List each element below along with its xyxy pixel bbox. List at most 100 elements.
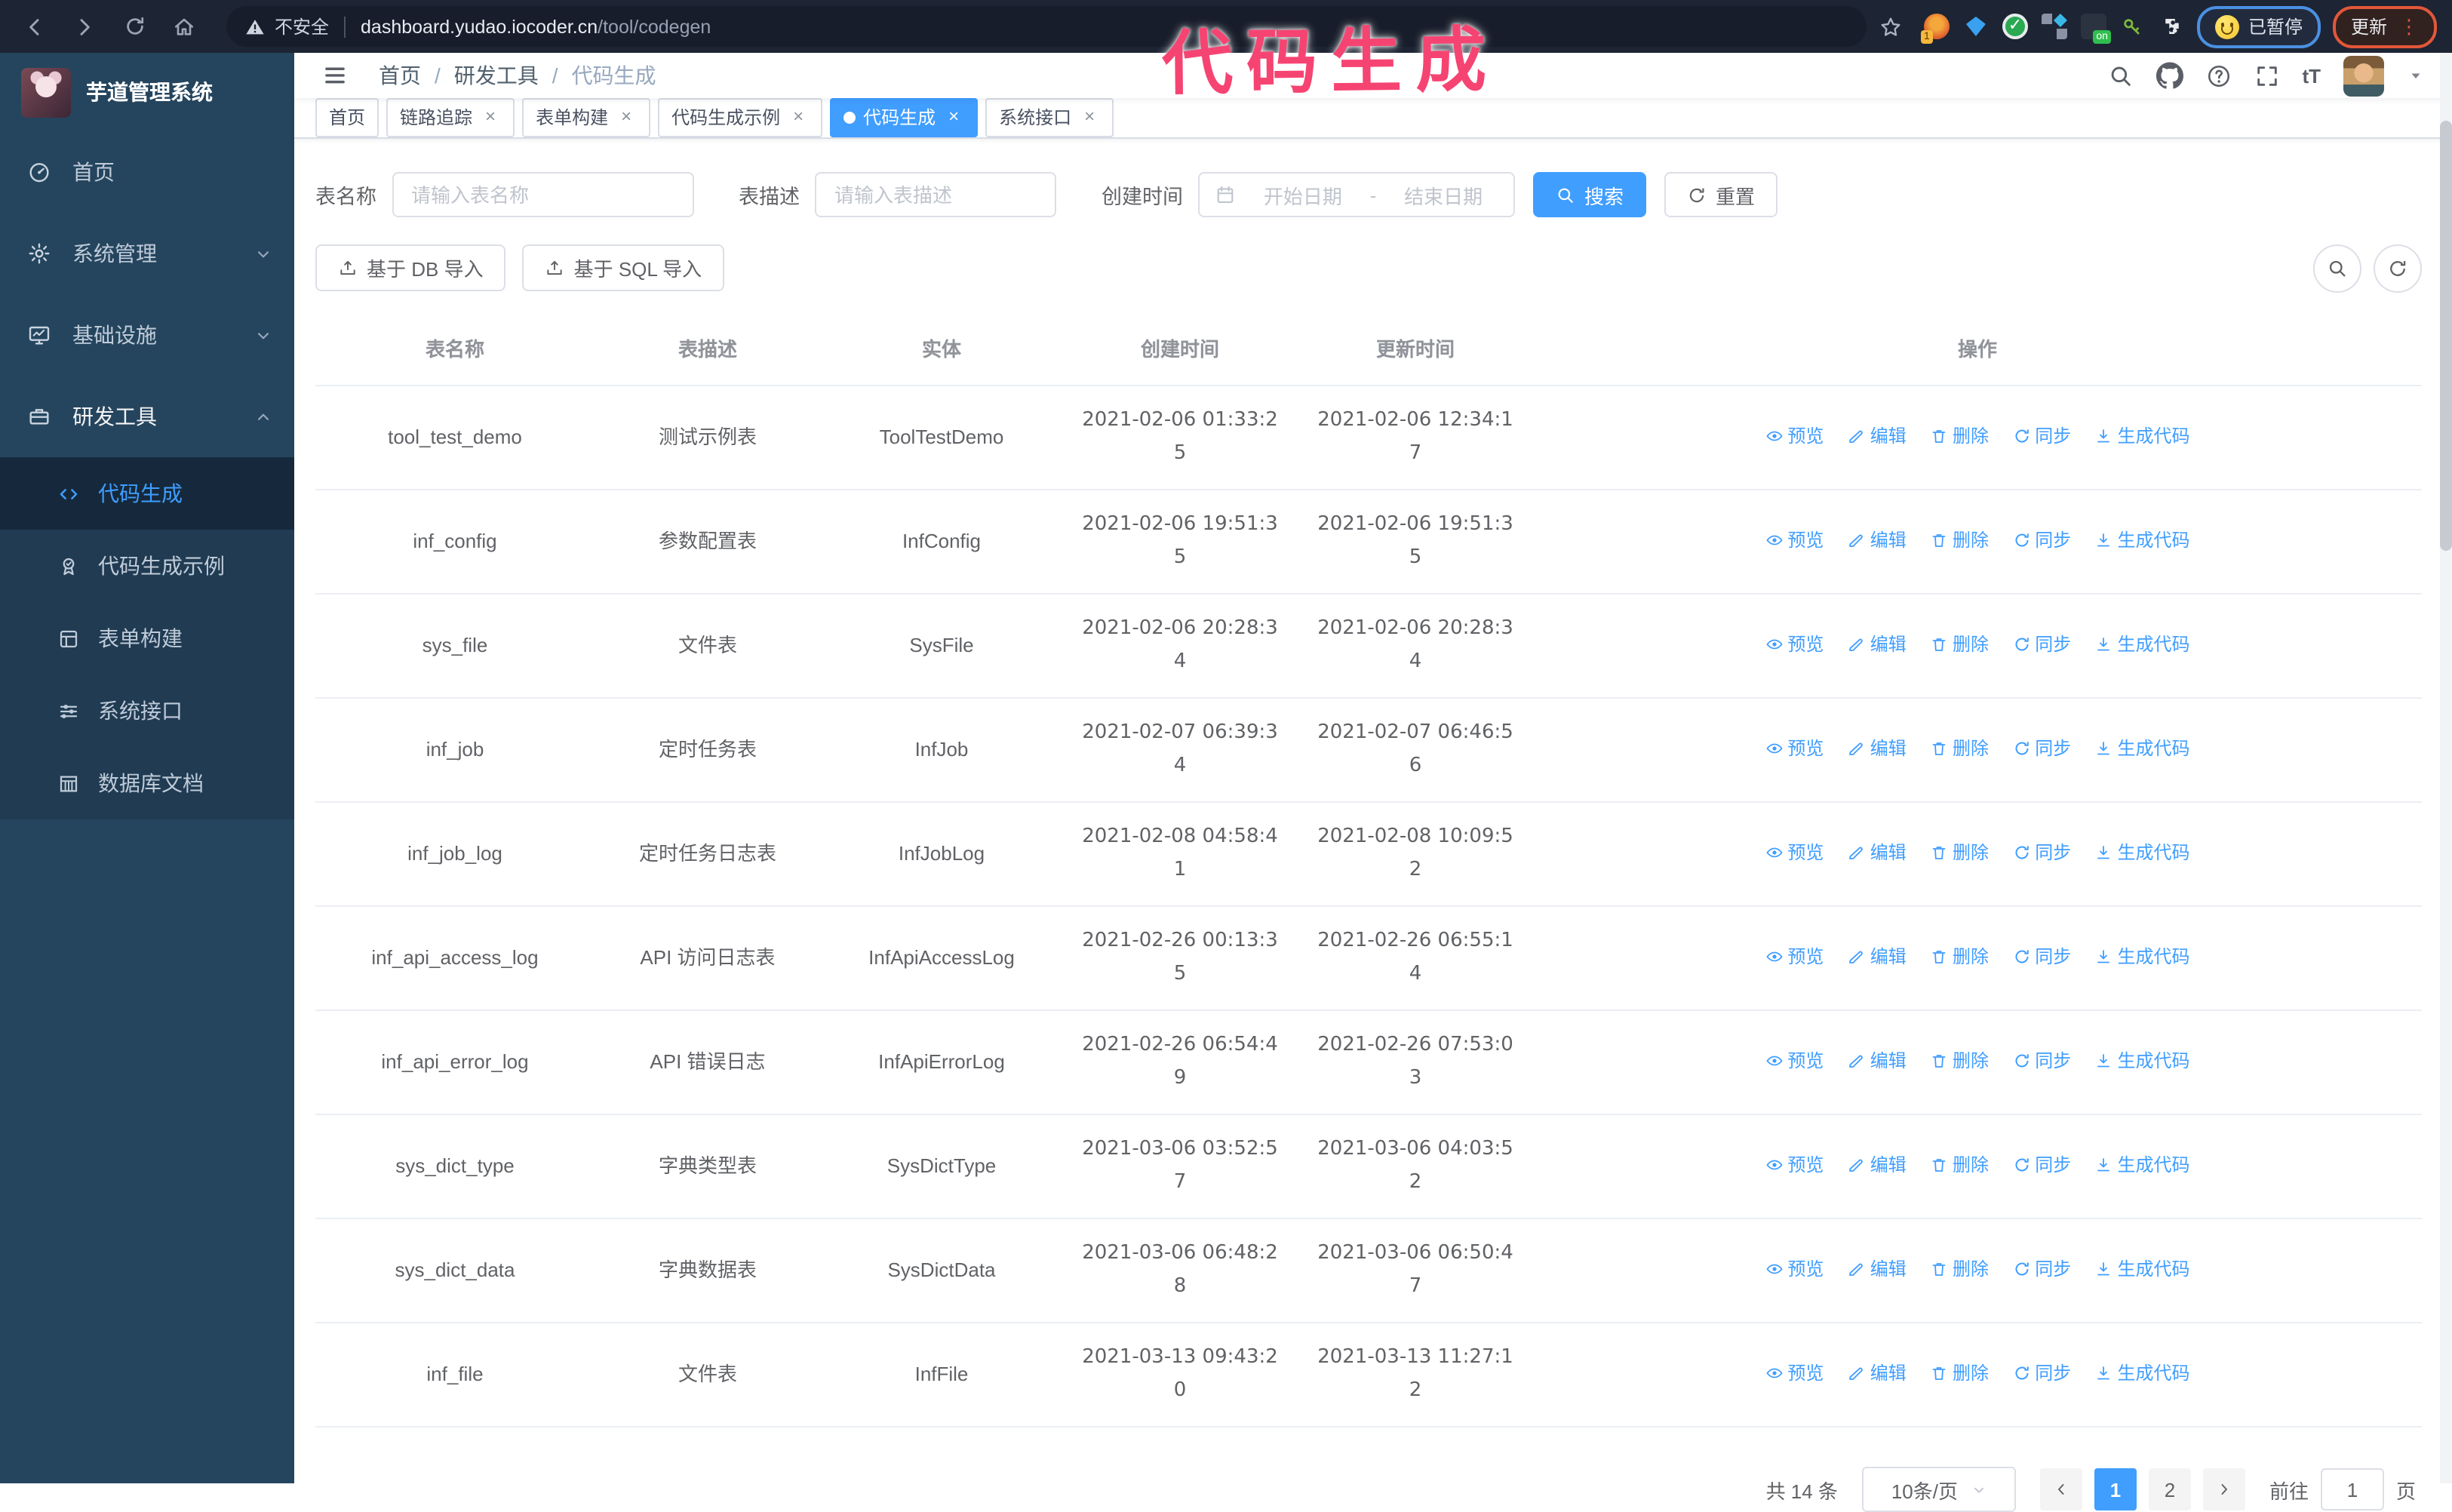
- edit-link[interactable]: 编辑: [1848, 836, 1907, 869]
- sidebar-item-form-builder[interactable]: 表单构建: [0, 602, 294, 675]
- generate-code-link[interactable]: 生成代码: [2095, 419, 2190, 453]
- sync-link[interactable]: 同步: [2012, 419, 2071, 453]
- toggle-search-button[interactable]: [2313, 244, 2361, 293]
- delete-link[interactable]: 删除: [1930, 524, 1989, 557]
- close-icon[interactable]: ×: [480, 106, 501, 128]
- browser-home-button[interactable]: [164, 7, 204, 46]
- close-icon[interactable]: ×: [943, 106, 964, 128]
- security-chip[interactable]: 不安全: [244, 14, 329, 39]
- delete-link[interactable]: 删除: [1930, 1357, 1989, 1390]
- generate-code-link[interactable]: 生成代码: [2095, 732, 2190, 765]
- tab-system-api[interactable]: 系统接口 ×: [985, 98, 1114, 137]
- sidebar-item-db-doc[interactable]: 数据库文档: [0, 747, 294, 819]
- edit-link[interactable]: 编辑: [1848, 1357, 1907, 1390]
- sync-link[interactable]: 同步: [2012, 524, 2071, 557]
- next-page-button[interactable]: [2202, 1468, 2245, 1510]
- breadcrumb-home[interactable]: 首页: [379, 60, 421, 91]
- delete-link[interactable]: 删除: [1930, 419, 1989, 453]
- date-range-picker[interactable]: 开始日期 - 结束日期: [1198, 172, 1515, 217]
- page-button-1[interactable]: 1: [2094, 1468, 2137, 1510]
- sidebar-logo[interactable]: 芋道管理系统: [0, 53, 294, 131]
- sync-link[interactable]: 同步: [2012, 628, 2071, 661]
- tab-codegen-example[interactable]: 代码生成示例 ×: [658, 98, 823, 137]
- preview-link[interactable]: 预览: [1765, 1148, 1824, 1182]
- generate-code-link[interactable]: 生成代码: [2095, 1252, 2190, 1286]
- delete-link[interactable]: 删除: [1930, 836, 1989, 869]
- delete-link[interactable]: 删除: [1930, 940, 1989, 973]
- close-icon[interactable]: ×: [616, 106, 637, 128]
- browser-forward-button[interactable]: [65, 7, 104, 46]
- sync-link[interactable]: 同步: [2012, 1044, 2071, 1077]
- browser-back-button[interactable]: [15, 7, 54, 46]
- extension-icon-key[interactable]: [2120, 14, 2146, 39]
- extension-icon-check[interactable]: ✓: [2002, 14, 2028, 39]
- sync-link[interactable]: 同步: [2012, 732, 2071, 765]
- breadcrumb-devtools[interactable]: 研发工具: [454, 60, 539, 91]
- search-icon[interactable]: [2107, 63, 2133, 88]
- generate-code-link[interactable]: 生成代码: [2095, 1357, 2190, 1390]
- edit-link[interactable]: 编辑: [1848, 524, 1907, 557]
- edit-link[interactable]: 编辑: [1848, 1252, 1907, 1286]
- preview-link[interactable]: 预览: [1765, 1044, 1824, 1077]
- sync-link[interactable]: 同步: [2012, 1357, 2071, 1390]
- text-size-icon[interactable]: tT: [2302, 64, 2321, 87]
- preview-link[interactable]: 预览: [1765, 1252, 1824, 1286]
- refresh-table-button[interactable]: [2374, 244, 2422, 293]
- tab-codegen[interactable]: 代码生成 ×: [830, 98, 979, 137]
- bookmark-star-icon[interactable]: [1879, 14, 1903, 38]
- preview-link[interactable]: 预览: [1765, 836, 1824, 869]
- page-button-2[interactable]: 2: [2148, 1468, 2191, 1510]
- preview-link[interactable]: 预览: [1765, 732, 1824, 765]
- edit-link[interactable]: 编辑: [1848, 1044, 1907, 1077]
- preview-link[interactable]: 预览: [1765, 524, 1824, 557]
- sync-link[interactable]: 同步: [2012, 836, 2071, 869]
- scrollbar-thumb[interactable]: [2440, 121, 2452, 551]
- delete-link[interactable]: 删除: [1930, 628, 1989, 661]
- caret-down-icon[interactable]: [2407, 66, 2425, 85]
- search-button[interactable]: 搜索: [1533, 172, 1647, 217]
- hamburger-icon[interactable]: [312, 53, 358, 98]
- edit-link[interactable]: 编辑: [1848, 940, 1907, 973]
- preview-link[interactable]: 预览: [1765, 940, 1824, 973]
- user-avatar[interactable]: [2343, 55, 2384, 96]
- edit-link[interactable]: 编辑: [1848, 419, 1907, 453]
- generate-code-link[interactable]: 生成代码: [2095, 1044, 2190, 1077]
- tab-home[interactable]: 首页: [315, 98, 379, 137]
- delete-link[interactable]: 删除: [1930, 1148, 1989, 1182]
- sync-link[interactable]: 同步: [2012, 1252, 2071, 1286]
- sidebar-item-system-api[interactable]: 系统接口: [0, 675, 294, 747]
- edit-link[interactable]: 编辑: [1848, 732, 1907, 765]
- goto-page-input[interactable]: [2320, 1468, 2384, 1510]
- reset-button[interactable]: 重置: [1664, 172, 1778, 217]
- extension-icon-grid[interactable]: [2041, 14, 2067, 39]
- generate-code-link[interactable]: 生成代码: [2095, 628, 2190, 661]
- preview-link[interactable]: 预览: [1765, 1357, 1824, 1390]
- edit-link[interactable]: 编辑: [1848, 628, 1907, 661]
- address-bar[interactable]: 不安全 dashboard.yudao.iocoder.cn/tool/code…: [226, 6, 1867, 47]
- page-size-select[interactable]: 10条/页: [1861, 1467, 2016, 1512]
- browser-profile-chip[interactable]: 已暂停: [2196, 5, 2321, 48]
- delete-link[interactable]: 删除: [1930, 1044, 1989, 1077]
- generate-code-link[interactable]: 生成代码: [2095, 1148, 2190, 1182]
- table-desc-input[interactable]: [815, 172, 1056, 217]
- import-sql-button[interactable]: 基于 SQL 导入: [522, 244, 725, 291]
- extension-icon-orange[interactable]: 1: [1920, 14, 1950, 44]
- tab-tracing[interactable]: 链路追踪 ×: [386, 98, 515, 137]
- tab-form-builder[interactable]: 表单构建 ×: [522, 98, 651, 137]
- browser-reload-button[interactable]: [115, 7, 154, 46]
- sidebar-item-system[interactable]: 系统管理: [0, 213, 294, 294]
- close-icon[interactable]: ×: [788, 106, 809, 128]
- sidebar-item-codegen[interactable]: 代码生成: [0, 457, 294, 530]
- help-icon[interactable]: [2205, 63, 2231, 88]
- extension-icon-dark[interactable]: on: [2080, 14, 2111, 44]
- generate-code-link[interactable]: 生成代码: [2095, 836, 2190, 869]
- github-icon[interactable]: [2155, 62, 2183, 89]
- table-name-input[interactable]: [392, 172, 693, 217]
- sidebar-item-devtools[interactable]: 研发工具: [0, 376, 294, 457]
- preview-link[interactable]: 预览: [1765, 419, 1824, 453]
- extensions-puzzle-icon[interactable]: [2159, 14, 2185, 39]
- sidebar-item-home[interactable]: 首页: [0, 131, 294, 213]
- sidebar-item-infra[interactable]: 基础设施: [0, 294, 294, 376]
- preview-link[interactable]: 预览: [1765, 628, 1824, 661]
- edit-link[interactable]: 编辑: [1848, 1148, 1907, 1182]
